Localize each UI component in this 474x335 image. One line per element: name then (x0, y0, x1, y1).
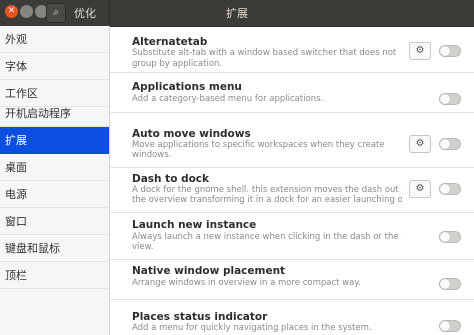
sidebar-item-keyboard-mouse[interactable]: 键盘和鼠标 (0, 235, 109, 262)
extension-settings-button[interactable]: ⚙ (409, 135, 431, 153)
sidebar-item-power[interactable]: 电源 (0, 181, 109, 208)
toggle-knob (440, 321, 450, 331)
extension-name: Auto move windows (132, 128, 251, 140)
toggle-knob (440, 94, 450, 104)
app-title: 优化 (74, 7, 96, 20)
extension-name: Places status indicator (132, 311, 268, 323)
extension-toggle[interactable] (439, 183, 461, 195)
gear-icon: ⚙ (415, 138, 425, 149)
search-button[interactable]: ⌕ (46, 3, 66, 23)
extension-name: Alternatetab (132, 36, 208, 48)
toggle-knob (440, 279, 450, 289)
extension-description: Arrange windows in overview in a more co… (132, 278, 361, 288)
extension-toggle[interactable] (439, 278, 461, 290)
extension-description: Substitute alt-tab with a window based s… (132, 48, 397, 58)
extension-settings-button[interactable]: ⚙ (409, 42, 431, 60)
sidebar-item-desktop[interactable]: 桌面 (0, 154, 109, 181)
toggle-knob (440, 184, 450, 194)
extension-name: Dash to dock (132, 173, 210, 185)
toggle-knob (440, 232, 450, 242)
sidebar: 外观 字体 工作区 开机启动程序 扩展 桌面 电源 窗口 键盘和鼠标 顶栏 (0, 26, 110, 335)
extension-description: Add a menu for quickly navigating places… (132, 323, 372, 333)
extension-row: Launch new instance Always launch a new … (110, 213, 474, 260)
sidebar-item-top-bar[interactable]: 顶栏 (0, 262, 109, 289)
toggle-knob (440, 139, 450, 149)
sidebar-item-appearance[interactable]: 外观 (0, 26, 109, 53)
extension-toggle[interactable] (439, 320, 461, 332)
minimize-window-button[interactable] (20, 5, 33, 18)
extension-name: Native window placement (132, 265, 286, 277)
sidebar-item-windows[interactable]: 窗口 (0, 208, 109, 235)
extension-description: windows. (132, 150, 172, 160)
extension-description: group by application. (132, 59, 223, 69)
titlebar-divider (109, 0, 110, 26)
extension-row: Auto move windows Move applications to s… (110, 123, 474, 168)
extension-row: Dash to dock A dock for the gnome shell.… (110, 168, 474, 213)
extension-settings-button[interactable]: ⚙ (409, 180, 431, 198)
sidebar-item-extensions[interactable]: 扩展 (0, 127, 109, 154)
search-icon: ⌕ (53, 7, 59, 18)
sidebar-item-startup-applications[interactable]: 开机启动程序 (0, 100, 109, 127)
extensions-list: Alternatetab Substitute alt-tab with a w… (110, 26, 474, 335)
extension-toggle[interactable] (439, 138, 461, 150)
gear-icon: ⚙ (415, 45, 425, 56)
toggle-knob (440, 46, 450, 56)
extension-row: Native window placement Arrange windows … (110, 260, 474, 300)
extension-row: Applications menu Add a category-based m… (110, 73, 474, 113)
extension-name: Launch new instance (132, 219, 257, 231)
gear-icon: ⚙ (415, 183, 425, 194)
extension-row: Alternatetab Substitute alt-tab with a w… (110, 26, 474, 73)
extension-name: Applications menu (132, 81, 242, 93)
section-title: 扩展 (226, 7, 248, 20)
extension-description: Add a category-based menu for applicatio… (132, 94, 324, 104)
extension-row: Places status indicator Add a menu for q… (110, 306, 474, 335)
extension-description: view. (132, 242, 154, 252)
title-bar: ✕ ⌕ 优化 扩展 (0, 0, 474, 27)
close-window-button[interactable]: ✕ (5, 5, 18, 18)
extension-description: the overview transforming it in a dock f… (132, 195, 402, 205)
sidebar-item-fonts[interactable]: 字体 (0, 53, 109, 80)
extension-toggle[interactable] (439, 93, 461, 105)
extension-toggle[interactable] (439, 45, 461, 57)
extension-toggle[interactable] (439, 231, 461, 243)
